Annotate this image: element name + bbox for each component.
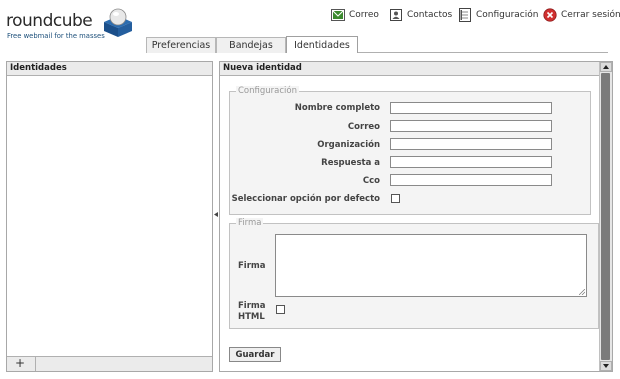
default-option-checkbox[interactable]: [391, 194, 400, 203]
identities-panel-footer: +: [7, 356, 212, 371]
bcc-label: Cco: [362, 176, 380, 186]
nav-logout-label: Cerrar sesión: [561, 10, 620, 20]
chevron-up-icon: [603, 65, 609, 69]
nav-logout[interactable]: Cerrar sesión: [543, 6, 620, 24]
html-signature-checkbox[interactable]: [276, 305, 285, 314]
brand-tagline: Free webmail for the masses: [7, 32, 105, 40]
chevron-down-icon: [603, 364, 609, 368]
panel-splitter-handle[interactable]: [214, 212, 218, 217]
save-button[interactable]: Guardar: [229, 347, 281, 362]
tab-preferencias-label: Preferencias: [151, 40, 211, 51]
nav-contacts-label: Contactos: [407, 10, 453, 20]
tab-bandejas-label: Bandejas: [229, 40, 273, 51]
full-name-label: Nombre completo: [294, 103, 380, 113]
bcc-input[interactable]: [390, 174, 552, 186]
mail-icon: [331, 9, 345, 21]
html-signature-label-line1: Firma: [238, 301, 266, 311]
organization-input[interactable]: [390, 138, 552, 150]
signature-label: Firma: [238, 261, 266, 271]
roundcube-logo: roundcube Free webmail for the masses: [6, 6, 132, 42]
email-label: Correo: [347, 122, 380, 132]
footer-divider: [35, 357, 36, 371]
nav-contacts[interactable]: Contactos: [389, 6, 452, 24]
identities-list[interactable]: [7, 76, 212, 356]
logout-icon: [543, 8, 557, 22]
default-option-label: Seleccionar opción por defecto: [231, 194, 380, 204]
contacts-icon: [390, 9, 402, 21]
cube-logo-icon: [104, 8, 132, 37]
full-name-input[interactable]: [390, 102, 552, 114]
scroll-down-button[interactable]: [600, 361, 612, 371]
nav-mail[interactable]: Correo: [331, 6, 379, 24]
right-panel-scrollbar[interactable]: [599, 62, 612, 371]
nav-mail-label: Correo: [349, 10, 379, 20]
config-legend: Configuración: [236, 86, 299, 96]
scroll-thumb[interactable]: [601, 73, 610, 360]
signature-textarea[interactable]: [275, 234, 587, 297]
add-identity-button[interactable]: +: [13, 357, 27, 371]
html-signature-label-line2: HTML: [238, 312, 265, 322]
signature-legend: Firma: [236, 218, 264, 228]
tab-preferencias[interactable]: Preferencias: [146, 37, 216, 53]
nav-settings-label: Configuración: [476, 10, 539, 20]
tab-identidades[interactable]: Identidades: [286, 36, 358, 53]
nav-settings[interactable]: Configuración: [458, 6, 538, 24]
email-input[interactable]: [390, 120, 552, 132]
resize-grip-icon[interactable]: [579, 289, 585, 295]
scroll-up-button[interactable]: [600, 62, 612, 72]
settings-icon: [459, 8, 471, 22]
organization-label: Organización: [317, 140, 380, 150]
reply-to-input[interactable]: [390, 156, 552, 168]
tab-bandejas[interactable]: Bandejas: [216, 37, 286, 53]
brand-name: roundcube: [6, 11, 93, 31]
identities-panel-title: Identidades: [7, 62, 212, 76]
new-identity-title: Nueva identidad: [220, 62, 612, 76]
tab-identidades-label: Identidades: [294, 39, 350, 51]
reply-to-label: Respuesta a: [321, 158, 380, 168]
identities-panel: Identidades +: [6, 61, 213, 372]
